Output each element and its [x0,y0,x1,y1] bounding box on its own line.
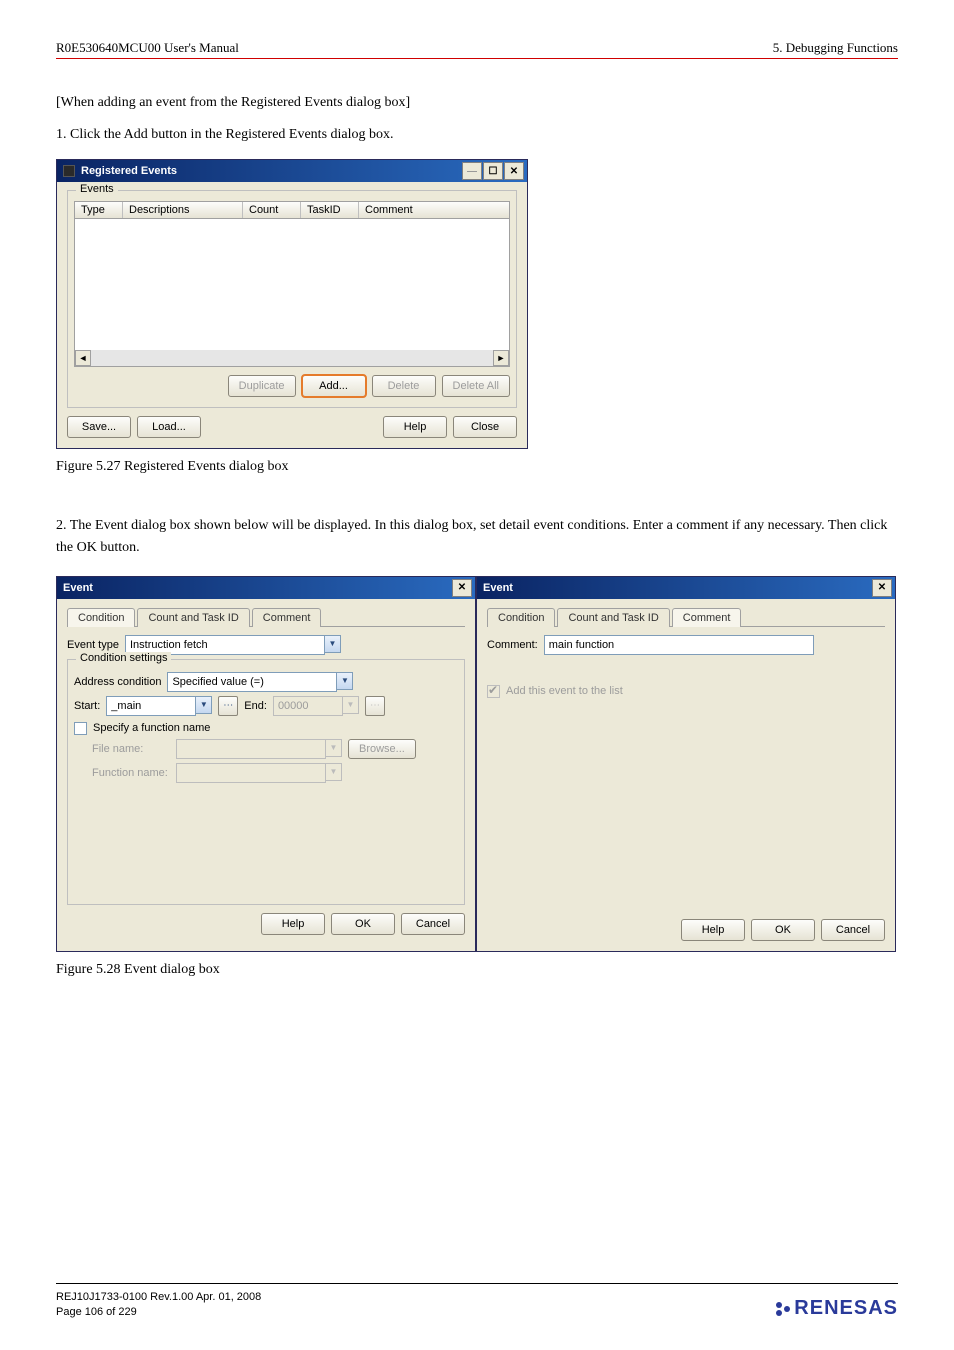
file-name-label: File name: [92,743,170,755]
end-input [273,696,343,716]
load-button[interactable]: Load... [137,416,201,438]
cancel-button[interactable]: Cancel [821,919,885,941]
save-button[interactable]: Save... [67,416,131,438]
window-title: Registered Events [81,165,177,177]
ok-button[interactable]: OK [751,919,815,941]
chevron-down-icon: ▼ [326,739,342,757]
col-type[interactable]: Type [75,202,123,218]
chevron-down-icon[interactable]: ▼ [196,696,212,714]
close-window-button[interactable]: ✕ [504,162,524,180]
end-picker-button: ⋯ [365,696,385,716]
footer-page: Page 106 of 229 [56,1305,261,1320]
browse-button: Browse... [348,739,416,759]
renesas-logo: RENESAS [776,1297,898,1320]
col-count[interactable]: Count [243,202,301,218]
tab-strip: Condition Count and Task ID Comment [487,607,885,627]
col-comment[interactable]: Comment [359,202,509,218]
figure-5-27-caption: Figure 5.27 Registered Events dialog box [56,459,898,475]
page-footer: REJ10J1733-0100 Rev.1.00 Apr. 01, 2008 P… [56,1283,898,1320]
duplicate-button[interactable]: Duplicate [228,375,296,397]
tab-strip: Condition Count and Task ID Comment [67,607,465,627]
event-dialog-comment: Event ✕ Condition Count and Task ID Comm… [476,576,896,952]
function-name-input [176,763,326,783]
events-list-header: Type Descriptions Count TaskID Comment [74,201,510,219]
col-taskid[interactable]: TaskID [301,202,359,218]
address-condition-dropdown[interactable] [167,672,337,692]
header-left: R0E530640MCU00 User's Manual [56,40,239,56]
file-name-input [176,739,326,759]
titlebar: Event ✕ [477,577,895,599]
tab-count-task[interactable]: Count and Task ID [137,608,249,627]
chevron-down-icon[interactable]: ▼ [337,672,353,690]
titlebar: Registered Events — ☐ ✕ [57,160,527,182]
condition-settings-legend: Condition settings [76,652,171,664]
event-type-label: Event type [67,639,119,651]
logo-text: RENESAS [794,1297,898,1320]
delete-button[interactable]: Delete [372,375,436,397]
tab-condition[interactable]: Condition [487,608,555,627]
events-group: Events Type Descriptions Count TaskID Co… [67,190,517,408]
scroll-left-icon[interactable]: ◄ [75,350,91,366]
address-condition-label: Address condition [74,676,161,688]
comment-input[interactable] [544,635,814,655]
delete-all-button[interactable]: Delete All [442,375,510,397]
chevron-down-icon: ▼ [326,763,342,781]
page-header: R0E530640MCU00 User's Manual 5. Debuggin… [56,40,898,59]
help-button[interactable]: Help [681,919,745,941]
chevron-down-icon[interactable]: ▼ [325,635,341,653]
header-right: 5. Debugging Functions [773,40,898,56]
start-label: Start: [74,700,100,712]
titlebar: Event ✕ [57,577,475,599]
minimize-button[interactable]: — [462,162,482,180]
close-button[interactable]: Close [453,416,517,438]
comment-label: Comment: [487,639,538,651]
specify-function-checkbox[interactable] [74,722,87,735]
scroll-right-icon[interactable]: ► [493,350,509,366]
paragraph-when-adding: [When adding an event from the Registere… [56,95,898,111]
help-button[interactable]: Help [261,913,325,935]
app-icon [63,165,75,177]
start-picker-button[interactable]: ⋯ [218,696,238,716]
events-legend: Events [76,183,118,195]
cancel-button[interactable]: Cancel [401,913,465,935]
paragraph-step-2: 2. The Event dialog box shown below will… [56,515,898,560]
ok-button[interactable]: OK [331,913,395,935]
registered-events-dialog: Registered Events — ☐ ✕ Events Type Desc… [56,159,528,449]
end-label: End: [244,700,267,712]
add-button[interactable]: Add... [302,375,366,397]
paragraph-step-1: 1. Click the Add button in the Registere… [56,127,898,143]
function-name-label: Function name: [92,767,170,779]
chevron-down-icon: ▼ [343,696,359,714]
footer-revision: REJ10J1733-0100 Rev.1.00 Apr. 01, 2008 [56,1290,261,1305]
tab-count-task[interactable]: Count and Task ID [557,608,669,627]
add-to-list-label: Add this event to the list [506,685,623,697]
tab-comment[interactable]: Comment [672,608,742,627]
window-title: Event [63,582,93,594]
close-window-button[interactable]: ✕ [452,579,472,597]
horizontal-scrollbar[interactable]: ◄ ► [75,350,509,366]
maximize-button[interactable]: ☐ [483,162,503,180]
start-input[interactable] [106,696,196,716]
tab-condition[interactable]: Condition [67,608,135,627]
condition-settings-group: Condition settings Address condition ▼ S… [67,659,465,905]
help-button[interactable]: Help [383,416,447,438]
events-list-body[interactable]: ◄ ► [74,219,510,367]
figure-5-28-caption: Figure 5.28 Event dialog box [56,962,898,978]
specify-function-label: Specify a function name [93,722,210,734]
close-window-button[interactable]: ✕ [872,579,892,597]
add-to-list-checkbox [487,685,500,698]
tab-comment[interactable]: Comment [252,608,322,627]
window-title: Event [483,582,513,594]
col-descriptions[interactable]: Descriptions [123,202,243,218]
event-dialog-condition: Event ✕ Condition Count and Task ID Comm… [56,576,476,952]
